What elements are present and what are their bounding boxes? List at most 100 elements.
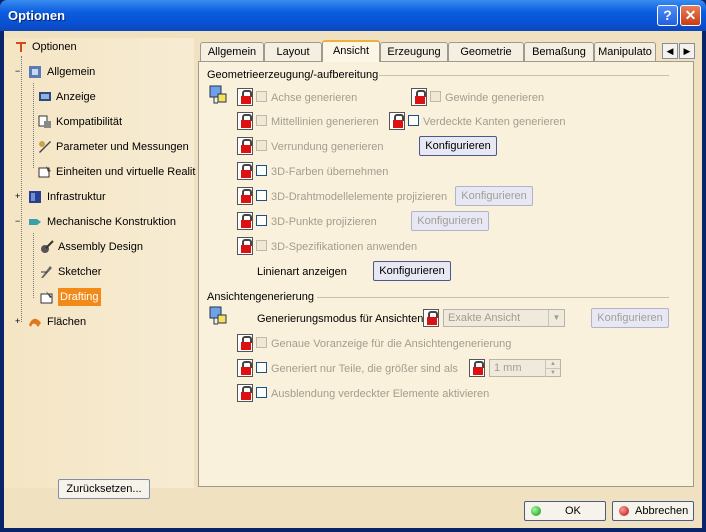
lock-icon[interactable] [411,88,427,106]
tab-geometrie[interactable]: Geometrie [448,42,524,61]
verrundung-checkbox[interactable] [256,140,267,151]
group-separator [379,75,669,76]
lock-icon[interactable] [237,162,253,180]
drafting-icon [40,291,53,304]
punkte-label: 3D-Punkte projizieren [271,216,377,228]
window-title: Optionen [8,8,66,23]
chevron-down-icon[interactable]: ▼ [548,310,564,326]
surfaces-icon [29,318,41,327]
expand-icon[interactable]: + [15,317,22,326]
options-window: Optionen ? ✕ Optionen − Allgemein Anzeig… [0,0,706,532]
spin-down-icon[interactable]: ▼ [545,368,560,377]
spezifikationen-checkbox[interactable] [256,240,267,251]
gewinde-checkbox[interactable] [430,91,441,102]
tab-scroll-right[interactable]: ▶ [679,43,695,59]
teile-label: Generiert nur Teile, die größer sind als [271,363,458,375]
ausblendung-label: Ausblendung verdeckter Elemente aktivier… [271,388,490,400]
group-separator [317,297,669,298]
lock-icon[interactable] [423,309,439,327]
lock-icon[interactable] [469,359,485,377]
achse-checkbox[interactable] [256,91,267,102]
parameters-icon [39,141,51,153]
sketcher-icon [41,266,52,278]
help-button[interactable]: ? [657,5,678,26]
reset-button[interactable]: Zurücksetzen... [58,479,150,499]
verdeckte-kanten-label: Verdeckte Kanten generieren [423,116,566,128]
tree-line [33,83,34,168]
lock-icon[interactable] [237,187,253,205]
views-configure-button[interactable]: Konfigurieren [591,308,669,328]
drahtmodell-checkbox[interactable] [256,190,267,201]
drahtmodell-configure-button[interactable]: Konfigurieren [455,186,533,206]
infrastructure-icon [29,191,41,203]
punkte-checkbox[interactable] [256,215,267,226]
lock-icon[interactable] [237,334,253,352]
general-icon [29,66,41,78]
options-root-icon [16,42,26,52]
teile-size-input[interactable]: 1 mm ▲ ▼ [489,359,561,377]
teile-size-value: 1 mm [494,362,522,374]
modus-label: Generierungsmodus für Ansichten [257,313,424,325]
spin-up-icon[interactable]: ▲ [545,360,560,368]
lock-icon[interactable] [237,88,253,106]
mittellinien-label: Mittellinien generieren [271,116,379,128]
lock-icon[interactable] [237,112,253,130]
cancel-button[interactable]: Abbrechen [612,501,694,521]
lock-icon[interactable] [237,384,253,402]
lock-icon[interactable] [237,212,253,230]
compatibility-icon [38,115,51,128]
verrundung-configure-button[interactable]: Konfigurieren [419,136,497,156]
tree-line [33,233,34,298]
tab-bemassung[interactable]: Bemaßung [524,42,594,61]
dialog-client: Optionen − Allgemein Anzeige Kompatibili… [4,31,702,528]
linienart-configure-button[interactable]: Konfigurieren [373,261,451,281]
tab-layout[interactable]: Layout [264,42,322,61]
lock-icon[interactable] [237,359,253,377]
voranzeige-checkbox[interactable] [256,337,267,348]
farben-checkbox[interactable] [256,165,267,176]
cancel-icon [619,506,629,516]
assembly-icon [41,240,54,253]
lock-icon[interactable] [389,112,405,130]
drahtmodell-label: 3D-Drahtmodellelemente projizieren [271,191,448,203]
units-icon [38,166,51,178]
mittellinien-checkbox[interactable] [256,115,267,126]
tab-erzeugung[interactable]: Erzeugung [380,42,448,61]
modus-select[interactable]: Exakte Ansicht ▼ [443,309,565,327]
display-icon [39,92,51,101]
ok-button[interactable]: OK [524,501,606,521]
lock-icon[interactable] [237,237,253,255]
geometry-group-title: Geometrieerzeugung/-aufbereitung [207,69,379,81]
verdeckte-kanten-checkbox[interactable] [408,115,419,126]
tab-manipulator[interactable]: Manipulato [594,42,656,61]
linienart-label: Linienart anzeigen [257,266,347,278]
ausblendung-checkbox[interactable] [256,387,267,398]
mechanical-design-icon [29,219,41,225]
teile-checkbox[interactable] [256,362,267,373]
punkte-configure-button[interactable]: Konfigurieren [411,211,489,231]
ok-icon [531,506,541,516]
parameter-tool-icon[interactable] [209,306,231,328]
achse-label: Achse generieren [271,92,358,104]
collapse-icon[interactable]: − [15,67,22,76]
voranzeige-label: Genaue Voranzeige für die Ansichtengener… [271,338,512,350]
lock-icon[interactable] [237,137,253,155]
collapse-icon[interactable]: − [15,217,22,226]
tab-strip: Allgemein Layout Ansicht Erzeugung Geome… [200,40,660,62]
close-button[interactable]: ✕ [680,5,701,26]
tab-ansicht[interactable]: Ansicht [322,40,380,62]
expand-icon[interactable]: + [15,192,22,201]
spezifikationen-label: 3D-Spezifikationen anwenden [271,241,418,253]
modus-value: Exakte Ansicht [448,312,521,324]
gewinde-label: Gewinde generieren [445,92,545,104]
tab-allgemein[interactable]: Allgemein [200,42,264,61]
verrundung-label: Verrundung generieren [271,141,384,153]
views-group-title: Ansichtengenerierung [207,291,315,303]
tree-line [21,56,22,322]
farben-label: 3D-Farben übernehmen [271,166,389,178]
parameter-tool-icon[interactable] [209,85,231,107]
ansicht-panel: Geometrieerzeugung/-aufbereitung Achse g… [198,61,694,487]
options-tree: Optionen − Allgemein Anzeige Kompatibili… [4,38,195,499]
title-bar[interactable]: Optionen ? ✕ [0,0,706,31]
tab-scroll-left[interactable]: ◀ [662,43,678,59]
